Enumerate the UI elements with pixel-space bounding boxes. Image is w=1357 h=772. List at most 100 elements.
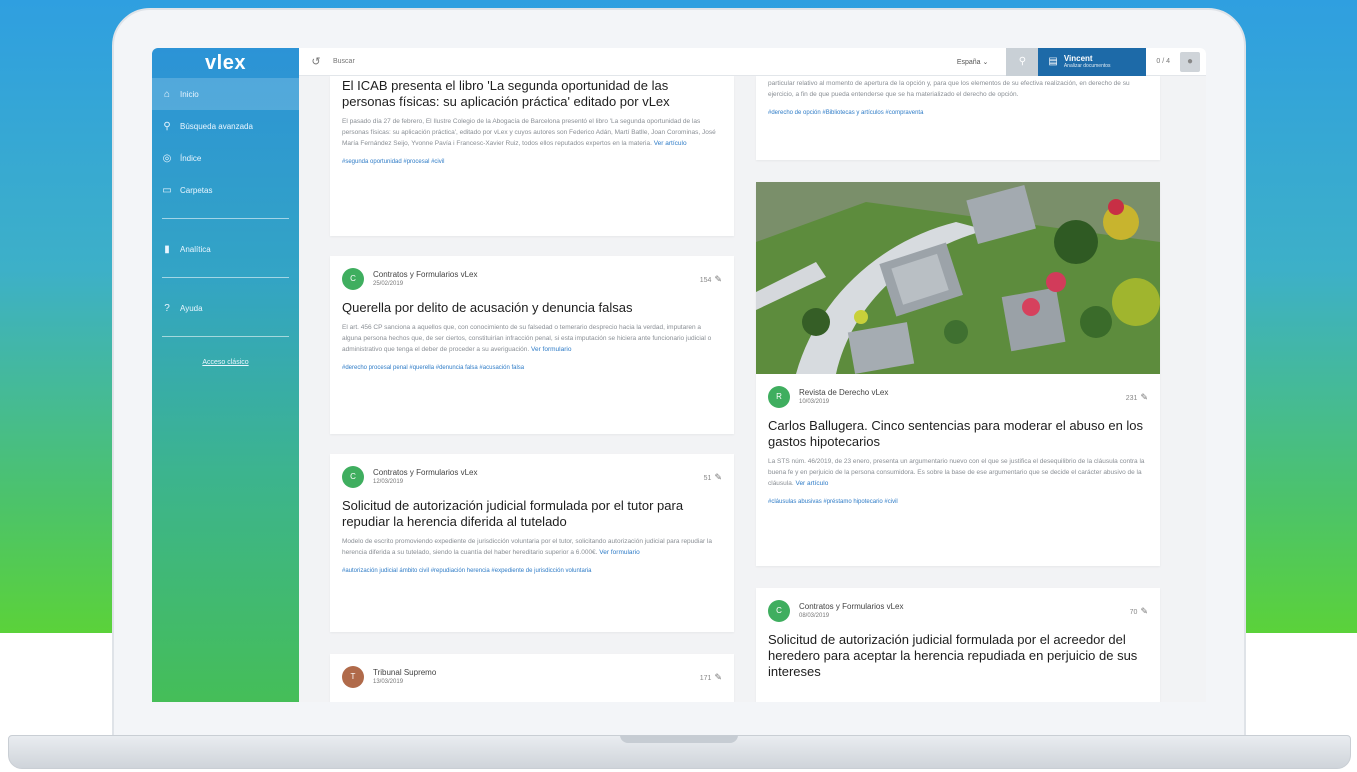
sidebar-item-label: Búsqueda avanzada <box>180 121 253 131</box>
card-excerpt: La STS núm. 46/2019, de 23 enero, presen… <box>756 450 1160 489</box>
classic-access-link[interactable]: Acceso clásico <box>152 351 299 374</box>
source-name[interactable]: Tribunal Supremo <box>373 668 436 678</box>
read-more-link[interactable]: Ver artículo <box>654 140 687 147</box>
edit-icon[interactable]: ✎ <box>714 672 722 682</box>
country-label: España <box>956 58 981 66</box>
search-input[interactable] <box>333 51 939 72</box>
history-icon[interactable]: ↺ <box>299 55 333 68</box>
publish-date: 08/03/2019 <box>799 613 830 619</box>
card-title[interactable]: Solicitud de autorización judicial formu… <box>330 488 734 530</box>
publish-date: 13/03/2019 <box>373 679 404 685</box>
card-solicitud-acreedor[interactable]: C Contratos y Formularios vLex 08/03/201… <box>756 588 1160 702</box>
view-count-value: 154 <box>699 276 712 284</box>
read-more-link[interactable]: Ver formulario <box>599 549 639 556</box>
view-count: 171 ✎ <box>700 672 722 683</box>
card-header: R Revista de Derecho vLex 10/03/2019 231… <box>756 374 1160 408</box>
view-count-value: 70 <box>1129 608 1138 616</box>
card-title[interactable]: El ICAB presenta el libro 'La segunda op… <box>330 76 734 110</box>
feed: El ICAB presenta el libro 'La segunda op… <box>299 76 1206 702</box>
card-tags[interactable]: #derecho de opción #Bibliotecas y artícu… <box>756 100 1160 116</box>
card-title[interactable]: Querella por delito de acusación y denun… <box>330 290 734 316</box>
card-carlos-ballugera[interactable]: R Revista de Derecho vLex 10/03/2019 231… <box>756 182 1160 566</box>
home-icon: ⌂ <box>163 88 171 100</box>
sidebar-divider <box>162 336 289 337</box>
chart-icon: ▮ <box>164 243 170 255</box>
source-avatar: C <box>768 600 790 622</box>
card-solicitud-tutor[interactable]: C Contratos y Formularios vLex 12/03/201… <box>330 454 734 632</box>
folder-icon: ▭ <box>162 184 172 196</box>
edit-icon[interactable]: ✎ <box>1140 606 1148 616</box>
source-avatar: R <box>768 386 790 408</box>
card-tags[interactable]: #derecho procesal penal #querella #denun… <box>330 355 734 371</box>
edit-icon[interactable]: ✎ <box>1140 392 1148 402</box>
publish-date: 12/03/2019 <box>373 479 404 485</box>
app-screen: vlex ⌂ Inicio ⚲ Búsqueda avanzada ◎ Índi… <box>152 48 1206 702</box>
view-count: 70 ✎ <box>1130 606 1148 617</box>
vlex-logo[interactable]: vlex <box>152 48 299 78</box>
edit-icon[interactable]: ✎ <box>714 472 722 482</box>
sidebar: vlex ⌂ Inicio ⚲ Búsqueda avanzada ◎ Índi… <box>152 48 299 702</box>
sidebar-item-indice[interactable]: ◎ Índice <box>152 142 299 174</box>
edit-icon[interactable]: ✎ <box>714 274 722 284</box>
document-counter: 0 / 4 <box>1156 58 1170 65</box>
sidebar-item-busqueda-avanzada[interactable]: ⚲ Búsqueda avanzada <box>152 110 299 142</box>
card-tags[interactable]: #autorización judicial ámbito civil #rep… <box>330 558 734 574</box>
card-header: C Contratos y Formularios vLex 08/03/201… <box>756 588 1160 622</box>
card-derecho-opcion[interactable]: particular relativo al momento de apertu… <box>756 76 1160 160</box>
sidebar-item-label: Carpetas <box>180 185 213 195</box>
search-button[interactable]: ⚲ <box>1006 48 1039 76</box>
card-header: T Tribunal Supremo 13/03/2019 171 ✎ <box>330 654 734 688</box>
view-count: 231 ✎ <box>1126 392 1148 403</box>
read-more-link[interactable]: Ver formulario <box>531 346 571 353</box>
sidebar-divider <box>162 218 289 219</box>
card-querella[interactable]: C Contratos y Formularios vLex 25/02/201… <box>330 256 734 434</box>
sidebar-item-label: Analítica <box>180 244 211 254</box>
card-excerpt: particular relativo al momento de apertu… <box>768 80 1130 98</box>
sidebar-item-ayuda[interactable]: ? Ayuda <box>152 292 299 324</box>
country-selector[interactable]: España ⌄ <box>939 58 1007 66</box>
card-tags[interactable]: #cláusulas abusivas #préstamo hipotecari… <box>756 489 1160 505</box>
card-title[interactable]: Solicitud de autorización judicial formu… <box>756 622 1160 680</box>
index-icon: ◎ <box>162 152 172 164</box>
vincent-button[interactable]: ▤ Vincent Analizar documentos <box>1038 48 1147 76</box>
document-icon: ▤ <box>1048 56 1058 67</box>
card-title[interactable]: Carlos Ballugera. Cinco sentencias para … <box>756 408 1160 450</box>
sidebar-item-carpetas[interactable]: ▭ Carpetas <box>152 174 299 206</box>
card-excerpt: El art. 456 CP sanciona a aquellos que, … <box>330 316 734 355</box>
card-header: C Contratos y Formularios vLex 12/03/201… <box>330 454 734 488</box>
card-excerpt-text: Modelo de escrito promoviendo expediente… <box>342 538 712 556</box>
view-count: 154 ✎ <box>700 274 722 285</box>
help-icon: ? <box>164 302 170 314</box>
sidebar-item-analitica[interactable]: ▮ Analítica <box>152 233 299 265</box>
view-count-value: 231 <box>1125 394 1138 402</box>
view-count-value: 171 <box>699 674 712 682</box>
user-icon: ● <box>1186 55 1194 67</box>
vincent-subtitle: Analizar documentos <box>1063 62 1111 69</box>
card-excerpt: Modelo de escrito promoviendo expediente… <box>330 530 734 558</box>
publish-date: 10/03/2019 <box>799 399 830 405</box>
source-name[interactable]: Contratos y Formularios vLex <box>373 468 477 478</box>
sidebar-divider <box>162 277 289 278</box>
card-tribunal-supremo[interactable]: T Tribunal Supremo 13/03/2019 171 ✎ <box>330 654 734 702</box>
source-avatar: C <box>342 268 364 290</box>
view-count: 51 ✎ <box>704 472 722 483</box>
laptop-notch <box>620 735 738 743</box>
card-icab[interactable]: El ICAB presenta el libro 'La segunda op… <box>330 76 734 236</box>
card-excerpt: El pasado día 27 de febrero, El Ilustre … <box>330 110 734 149</box>
vincent-title: Vincent <box>1063 53 1093 63</box>
source-avatar: T <box>342 666 364 688</box>
source-name[interactable]: Contratos y Formularios vLex <box>799 602 903 612</box>
card-header: C Contratos y Formularios vLex 25/02/201… <box>330 256 734 290</box>
topbar: ↺ España ⌄ ⚲ ▤ Vincent Analizar document… <box>299 48 1206 76</box>
sidebar-item-inicio[interactable]: ⌂ Inicio <box>152 78 299 110</box>
sidebar-item-label: Índice <box>180 153 202 163</box>
publish-date: 25/02/2019 <box>373 281 404 287</box>
sidebar-item-label: Ayuda <box>180 303 203 313</box>
aerial-houses-photo[interactable] <box>756 182 1160 374</box>
card-tags[interactable]: #segunda oportunidad #procesal #civil <box>330 149 734 165</box>
source-name[interactable]: Contratos y Formularios vLex <box>373 270 477 280</box>
view-count-value: 51 <box>703 474 712 482</box>
read-more-link[interactable]: Ver artículo <box>795 480 828 487</box>
user-avatar[interactable]: ● <box>1180 51 1200 72</box>
source-name[interactable]: Revista de Derecho vLex <box>799 388 888 398</box>
